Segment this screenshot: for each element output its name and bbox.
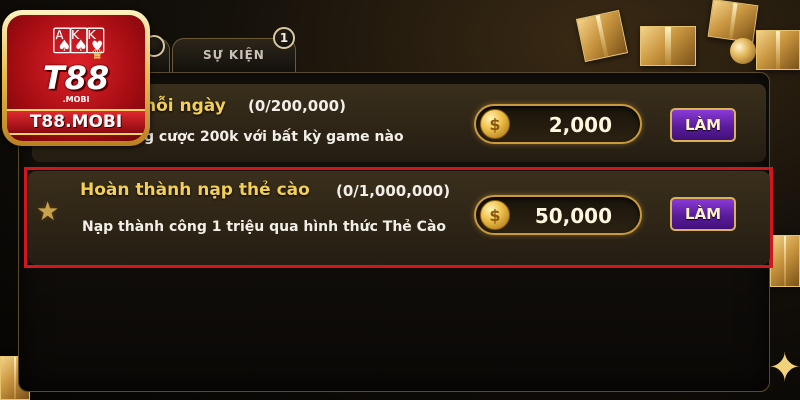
- gift-boxes-decoration: [560, 0, 800, 80]
- task-progress: (0/200,000): [248, 97, 346, 115]
- highlight-frame: [24, 167, 773, 268]
- lam-button[interactable]: LÀM: [670, 108, 736, 142]
- logo-sub-text: .MOBI: [62, 95, 90, 104]
- reward-pill: $ 2,000: [474, 104, 642, 144]
- gift-box-right-side: [770, 235, 800, 295]
- logo-ribbon-text: T88.MOBI: [7, 109, 145, 135]
- coin-icon: $: [480, 109, 510, 139]
- task-description: g cược 200k với bất kỳ game nào: [144, 129, 404, 145]
- logo-badge: 🂡🂮🂾 ♛ T88 .MOBI T88.MOBI: [7, 15, 145, 141]
- tab-su-kien-badge: 1: [273, 27, 295, 49]
- t88-logo: 🂡🂮🂾 ♛ T88 .MOBI T88.MOBI: [2, 10, 150, 146]
- logo-brand-text: T88: [42, 59, 110, 97]
- task-title: hỗi ngày: [144, 96, 226, 116]
- tab-su-kien-label: SỰ KIỆN: [203, 48, 265, 62]
- star-sparkle-bottom-right: ✦: [768, 345, 800, 391]
- tab-su-kien[interactable]: SỰ KIỆN 1: [172, 27, 296, 74]
- reward-amount: 2,000: [548, 113, 612, 137]
